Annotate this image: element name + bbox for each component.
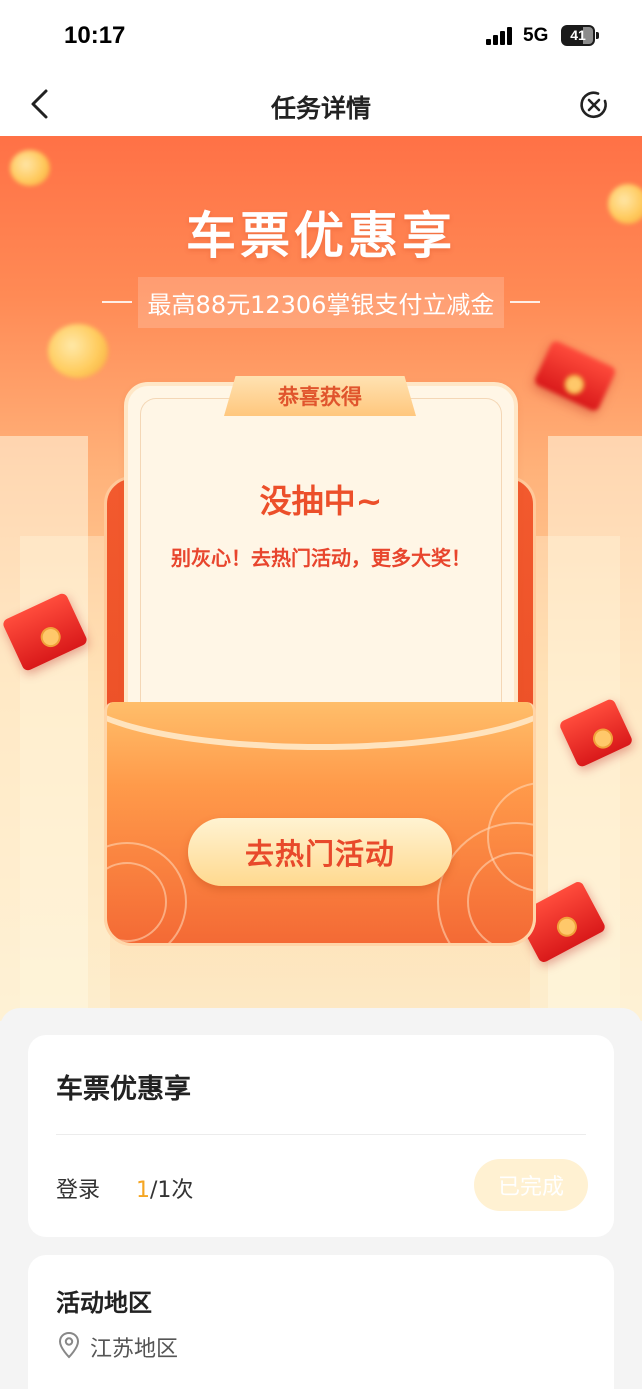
- result-message: 别灰心！去热门活动，更多大奖！: [171, 546, 471, 570]
- page-title: 任务详情: [270, 94, 371, 123]
- red-envelope-decoration: [533, 339, 617, 413]
- task-progress-done: 1: [136, 1178, 150, 1203]
- signal-icon: [486, 27, 516, 45]
- close-circle-icon[interactable]: [578, 89, 610, 121]
- status-bar: 10:17 5G 41: [0, 0, 642, 72]
- ribbon-label: 恭喜获得: [278, 385, 362, 409]
- banner-subtitle: 最高88元12306掌银支付立减金: [137, 276, 505, 328]
- status-time: 10:17: [64, 22, 126, 49]
- task-card: 车票优惠享 登录 1/1次 已完成: [28, 1035, 614, 1237]
- task-action-label: 登录: [56, 1178, 101, 1203]
- promo-banner: 车票优惠享 最高88元12306掌银支付立减金 恭喜获得 没抽中~ 别灰心！去热…: [0, 136, 642, 1021]
- hot-activity-button-label: 去热门活动: [244, 837, 395, 871]
- banner-subtitle-row: 最高88元12306掌银支付立减金: [88, 276, 554, 328]
- region-title: 活动地区: [56, 1289, 152, 1317]
- task-progress: 1/1次: [136, 1172, 193, 1204]
- coin-decoration: [48, 324, 108, 378]
- network-label: 5G: [523, 25, 549, 46]
- banner-title: 车票优惠享: [186, 207, 456, 265]
- nav-bar: 任务详情: [0, 72, 642, 136]
- location-pin-icon: [58, 1331, 80, 1359]
- task-title: 车票优惠享: [56, 1074, 191, 1105]
- battery-level: 41: [570, 27, 586, 43]
- region-card: 活动地区 江苏地区: [28, 1255, 614, 1389]
- congrats-ribbon: 恭喜获得: [224, 376, 416, 416]
- completed-button[interactable]: 已完成: [474, 1159, 588, 1211]
- task-progress-total: /1次: [150, 1178, 194, 1203]
- result-title: 没抽中~: [259, 482, 383, 520]
- region-value: 江苏地区: [90, 1337, 179, 1362]
- hot-activity-button[interactable]: 去热门活动: [188, 818, 452, 886]
- battery-icon: 41: [561, 25, 599, 46]
- coin-decoration: [10, 150, 50, 186]
- divider: [56, 1134, 586, 1135]
